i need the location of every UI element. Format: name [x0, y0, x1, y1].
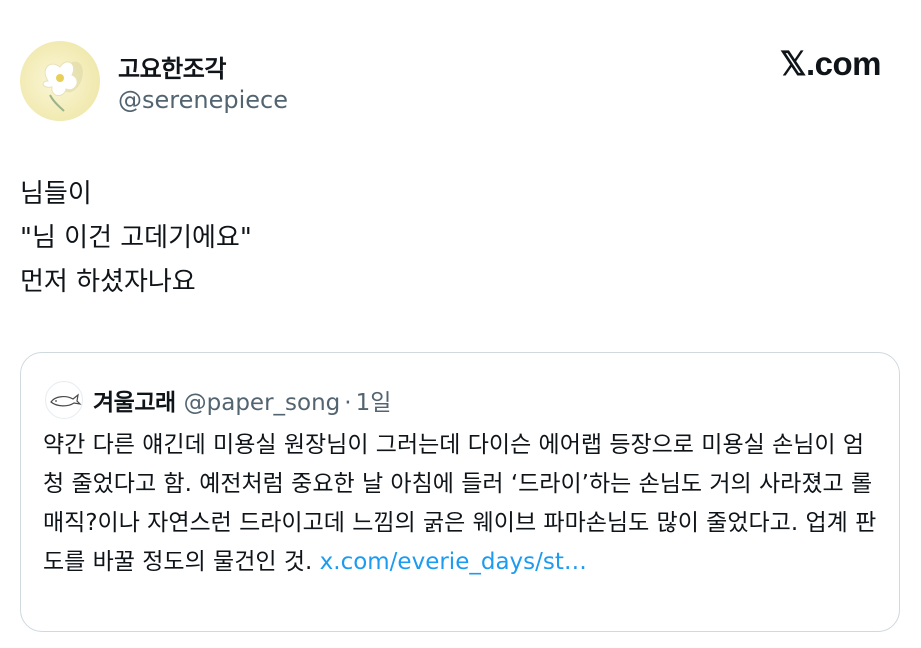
quote-display-name[interactable]: 겨울고래 — [93, 390, 176, 416]
white-flower-icon — [42, 61, 83, 112]
x-com-logo: 𝕏.com — [779, 45, 882, 82]
quote-link[interactable]: x.com/everie_days/st… — [320, 549, 587, 575]
whale-icon — [50, 393, 82, 407]
separator-dot: · — [344, 390, 352, 416]
quote-timestamp[interactable]: 1일 — [356, 390, 392, 416]
quote-header: 겨울고래 @paper_song · 1일 — [93, 383, 391, 417]
quote-handle[interactable]: @paper_song — [184, 390, 341, 416]
author-handle[interactable]: @serenepiece — [118, 86, 288, 114]
quote-avatar[interactable] — [45, 381, 83, 419]
tweet-text: 님들이 "님 이건 고데기에요" 먼저 하셨자나요 — [20, 179, 252, 297]
quoted-tweet-card[interactable]: 겨울고래 @paper_song · 1일 약간 다른 얘긴데 미용실 원장님이 그러… — [20, 352, 900, 632]
author-avatar[interactable] — [20, 41, 100, 121]
author-display-name[interactable]: 고요한조각 — [118, 49, 226, 84]
quote-body: 약간 다른 얘긴데 미용실 원장님이 그러는데 다이슨 에어랩 등장으로 미용실… — [43, 426, 883, 582]
